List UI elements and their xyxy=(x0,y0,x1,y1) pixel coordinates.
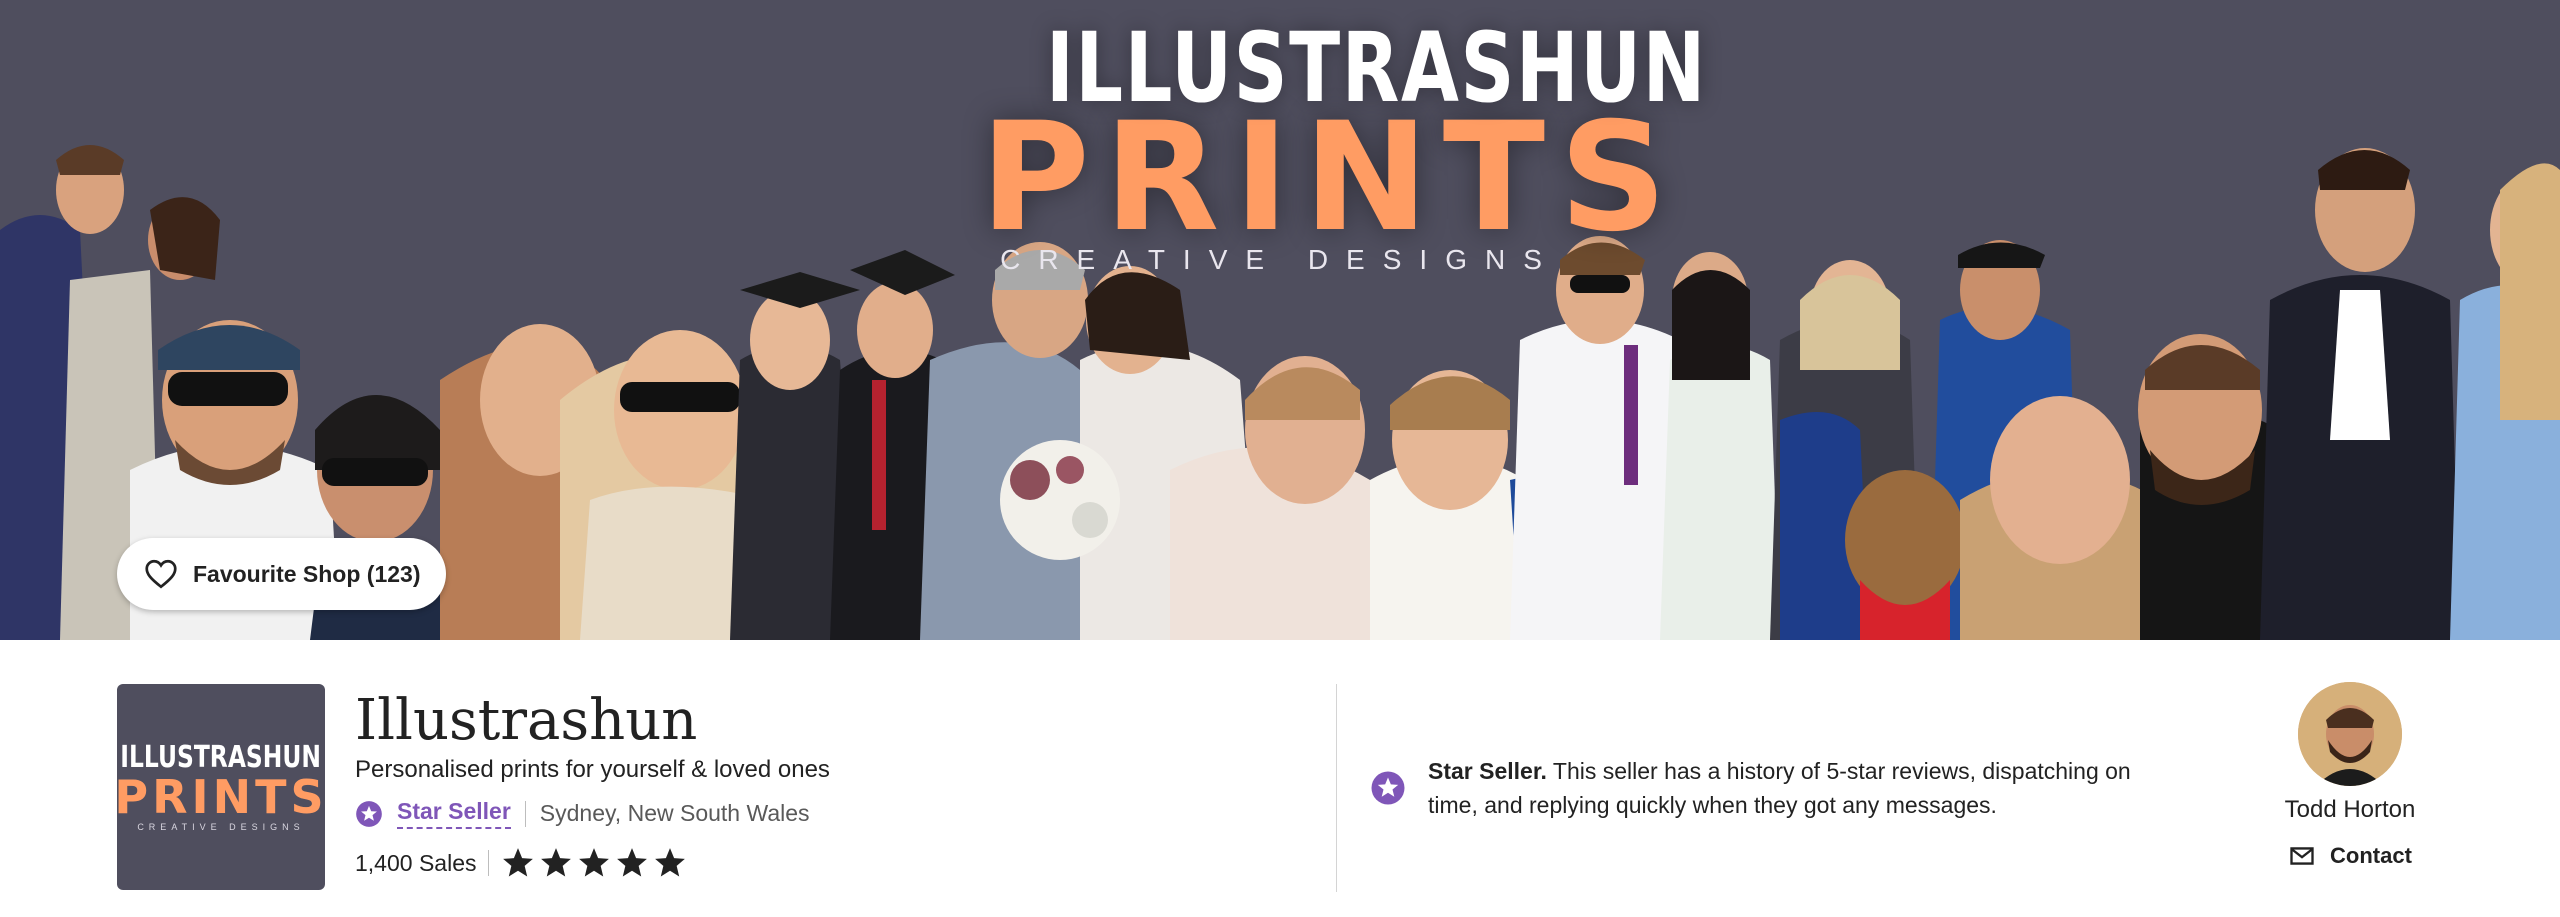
divider xyxy=(524,800,526,827)
seller-row: Star Seller Sydney, New South Wales xyxy=(355,798,810,829)
shop-banner: ILLUSTRASHUN PRINTS CREATIVE DESIGNS Fav… xyxy=(0,0,2560,640)
divider xyxy=(488,850,490,876)
star-seller-info: Star Seller. This seller has a history o… xyxy=(1370,754,2170,822)
contact-button[interactable]: Contact xyxy=(2288,842,2412,870)
section-divider xyxy=(1336,684,1337,892)
favourite-shop-button[interactable]: Favourite Shop (123) xyxy=(117,538,447,610)
shop-logo-top: ILLUSTRASHUN xyxy=(120,740,322,775)
banner-logo: ILLUSTRASHUN PRINTS CREATIVE DESIGNS xyxy=(980,12,1707,276)
star-seller-badge-icon xyxy=(355,800,383,828)
owner-avatar[interactable] xyxy=(2298,682,2402,786)
shop-tagline: Personalised prints for yourself & loved… xyxy=(355,756,830,783)
illustrated-tuxedo-couple xyxy=(2260,148,2560,640)
shop-name: Illustrashun xyxy=(355,688,698,753)
star-seller-title: Star Seller. xyxy=(1428,758,1547,784)
rating-stars[interactable] xyxy=(501,846,687,880)
sales-row: 1,400 Sales xyxy=(355,846,687,880)
mail-icon xyxy=(2290,847,2314,865)
star-icon xyxy=(617,848,648,877)
banner-logo-main: PRINTS xyxy=(980,91,1682,265)
star-icon xyxy=(655,848,686,877)
favourite-shop-label: Favourite Shop (123) xyxy=(193,560,421,587)
shop-logo: ILLUSTRASHUN PRINTS CREATIVE DESIGNS xyxy=(114,684,328,890)
star-icon xyxy=(541,848,572,877)
banner-logo-sub: CREATIVE DESIGNS xyxy=(1000,244,1560,275)
star-icon xyxy=(503,848,534,877)
owner-name: Todd Horton xyxy=(2284,796,2416,823)
contact-label: Contact xyxy=(2330,843,2412,868)
shop-location: Sydney, New South Wales xyxy=(539,800,810,826)
heart-outline-icon xyxy=(143,556,179,592)
sales-count: 1,400 Sales xyxy=(355,849,477,876)
shop-logo-main: PRINTS xyxy=(114,770,328,824)
shop-owner: Todd Horton Contact xyxy=(2230,682,2470,875)
star-seller-description: Star Seller. This seller has a history o… xyxy=(1428,754,2170,822)
star-icon xyxy=(579,848,610,877)
illustrated-couple-suit-dress xyxy=(1510,236,1780,640)
star-seller-badge-icon xyxy=(1370,770,1406,806)
shop-logo-sub: CREATIVE DESIGNS xyxy=(137,822,305,832)
banner-logo-top: ILLUSTRASHUN xyxy=(1046,12,1707,124)
star-seller-link[interactable]: Star Seller xyxy=(397,798,511,829)
